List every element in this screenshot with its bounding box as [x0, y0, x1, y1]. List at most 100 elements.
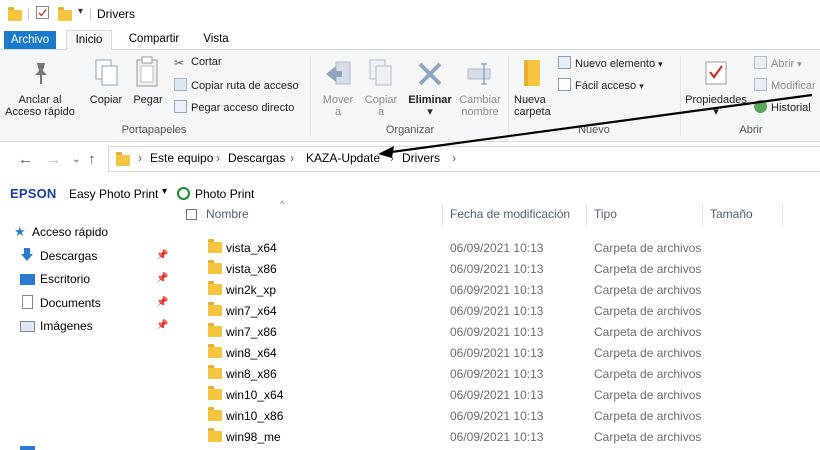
paste-shortcut-button[interactable]: Pegar acceso directo: [174, 100, 294, 114]
tab-archivo[interactable]: Archivo: [4, 31, 56, 49]
table-row[interactable]: vista_x86 06/09/2021 10:13 Carpeta de arch…: [186, 258, 786, 279]
easy-access-button[interactable]: Fácil acceso ▾: [558, 78, 644, 92]
rename-button[interactable]: Cambiar nombre: [456, 52, 504, 122]
open-button[interactable]: Abrir ▾: [754, 56, 802, 70]
new-item-icon: [558, 56, 571, 69]
easy-access-label: Fácil acceso: [575, 80, 637, 92]
breadcrumb-kaza-update[interactable]: KAZA-Update: [306, 151, 380, 165]
edit-button[interactable]: Modificar: [754, 78, 816, 92]
breadcrumb-descargas[interactable]: Descargas: [228, 151, 285, 165]
chevron-down-icon: ▾: [713, 106, 719, 118]
file-name[interactable]: win98_me: [226, 430, 281, 444]
column-divider[interactable]: [782, 204, 783, 226]
copy-label: Copiar: [89, 94, 123, 106]
scissors-icon: ✂: [174, 56, 185, 70]
table-row[interactable]: win8_x64 06/09/2021 10:13 Carpeta de archi…: [186, 342, 786, 363]
file-name[interactable]: win2k_xp: [226, 283, 276, 297]
table-row[interactable]: win98_me 06/09/2021 10:13 Carpeta de archi…: [186, 426, 786, 447]
column-divider[interactable]: [702, 204, 703, 226]
new-folder-button[interactable]: Nueva carpeta: [512, 52, 552, 122]
nav-escritorio[interactable]: Escritorio: [40, 272, 90, 286]
file-type: Carpeta de archivos: [594, 367, 702, 381]
column-header-type[interactable]: Tipo: [594, 207, 617, 221]
new-item-button[interactable]: Nuevo elemento ▾: [558, 56, 663, 70]
chevron-right-icon[interactable]: ›: [138, 151, 142, 165]
copy-to-button[interactable]: Copiar a: [360, 52, 402, 122]
table-row[interactable]: win2k_xp 06/09/2021 10:13 Carpeta de archi…: [186, 279, 786, 300]
column-divider[interactable]: [442, 204, 443, 226]
table-row[interactable]: win10_x86 06/09/2021 10:13 Carpeta de arch…: [186, 405, 786, 426]
column-header-name[interactable]: Nombre: [206, 207, 249, 221]
history-label: Historial: [771, 102, 811, 114]
file-name[interactable]: win7_x64: [226, 304, 277, 318]
file-name[interactable]: win10_x86: [226, 409, 283, 423]
file-date: 06/09/2021 10:13: [450, 409, 544, 423]
chevron-right-icon[interactable]: ›: [216, 151, 220, 165]
divider: [90, 8, 91, 20]
move-to-icon: [326, 61, 351, 85]
nav-descargas[interactable]: Descargas: [40, 249, 97, 263]
forward-arrow-icon[interactable]: →: [46, 150, 61, 170]
photo-print-button[interactable]: Photo Print: [195, 187, 254, 201]
file-name[interactable]: win7_x86: [226, 325, 277, 339]
nav-documents[interactable]: Documents: [40, 296, 101, 310]
easy-photo-print-menu[interactable]: Easy Photo Print: [69, 187, 158, 201]
table-row[interactable]: win8_x86 06/09/2021 10:13 Carpeta de archi…: [186, 363, 786, 384]
column-header-size[interactable]: Tamaño: [710, 207, 753, 221]
file-name[interactable]: vista_x64: [226, 241, 277, 255]
table-row[interactable]: vista_x64 06/09/2021 10:13 Carpeta de arch…: [186, 237, 786, 258]
chevron-right-icon[interactable]: ›: [452, 151, 456, 165]
table-row[interactable]: win7_x86 06/09/2021 10:13 Carpeta de archi…: [186, 321, 786, 342]
properties-checkbox-icon[interactable]: [36, 6, 49, 19]
document-icon: [22, 295, 33, 309]
file-type: Carpeta de archivos: [594, 283, 702, 297]
computer-icon: [20, 446, 35, 450]
chevron-right-icon[interactable]: ›: [390, 151, 394, 165]
copy-to-icon: [369, 59, 392, 86]
copy-button[interactable]: Copiar: [86, 52, 126, 122]
table-row[interactable]: win7_x64 06/09/2021 10:13 Carpeta de archi…: [186, 300, 786, 321]
table-row[interactable]: win10_x64 06/09/2021 10:13 Carpeta de arch…: [186, 384, 786, 405]
customize-quick-access-icon[interactable]: ▾: [78, 6, 83, 17]
nav-quick-access[interactable]: Acceso rápido: [32, 225, 108, 239]
tab-inicio[interactable]: Inicio: [66, 30, 112, 50]
file-name[interactable]: win8_x64: [226, 346, 277, 360]
tab-vista[interactable]: Vista: [196, 30, 236, 50]
chevron-down-icon[interactable]: ▾: [162, 186, 167, 197]
nav-imagenes[interactable]: Imágenes: [40, 319, 93, 333]
delete-button[interactable]: Eliminar ▾: [406, 52, 454, 122]
tab-compartir[interactable]: Compartir: [122, 30, 186, 50]
file-date: 06/09/2021 10:13: [450, 241, 544, 255]
delete-dropdown-icon: ▾: [427, 106, 433, 118]
select-all-checkbox[interactable]: [186, 209, 197, 220]
file-name[interactable]: vista_x86: [226, 262, 277, 276]
file-type: Carpeta de archivos: [594, 304, 702, 318]
edit-label: Modificar: [771, 80, 816, 92]
move-to-button[interactable]: Mover a: [316, 52, 360, 122]
properties-button[interactable]: Propiedades ▾: [684, 52, 748, 122]
chevron-right-icon[interactable]: ›: [290, 151, 294, 165]
copy-path-button[interactable]: Copiar ruta de acceso: [174, 78, 299, 92]
folder-icon: [208, 386, 222, 400]
up-arrow-icon[interactable]: ↑: [88, 150, 96, 170]
file-name[interactable]: win10_x64: [226, 388, 283, 402]
file-name[interactable]: win8_x86: [226, 367, 277, 381]
back-arrow-icon[interactable]: ←: [18, 150, 33, 170]
recent-locations-chevron-icon[interactable]: ⌄: [72, 150, 80, 170]
group-portapapeles: Portapapeles: [121, 124, 187, 136]
chevron-down-icon: ▾: [639, 81, 644, 91]
cut-button[interactable]: ✂ Cortar: [174, 56, 222, 70]
pin-icon: 📌: [156, 250, 169, 261]
new-folder-quick-icon[interactable]: [58, 7, 72, 21]
breadcrumb-este-equipo[interactable]: Este equipo: [150, 151, 213, 165]
epson-toolbar: EPSON Easy Photo Print ▾ Photo Print: [0, 184, 820, 202]
epson-logo: EPSON: [10, 186, 57, 201]
address-bar[interactable]: [108, 146, 820, 172]
breadcrumb-drivers[interactable]: Drivers: [402, 151, 440, 165]
column-header-date[interactable]: Fecha de modificación: [450, 207, 570, 221]
column-divider[interactable]: [586, 204, 587, 226]
navigation-pane: ★ Acceso rápido Descargas 📌 Escritorio 📌…: [0, 202, 180, 450]
pin-quick-access-button[interactable]: Anclar al Acceso rápido: [4, 52, 76, 122]
history-button[interactable]: Historial: [754, 100, 811, 114]
paste-button[interactable]: Pegar: [128, 52, 168, 122]
